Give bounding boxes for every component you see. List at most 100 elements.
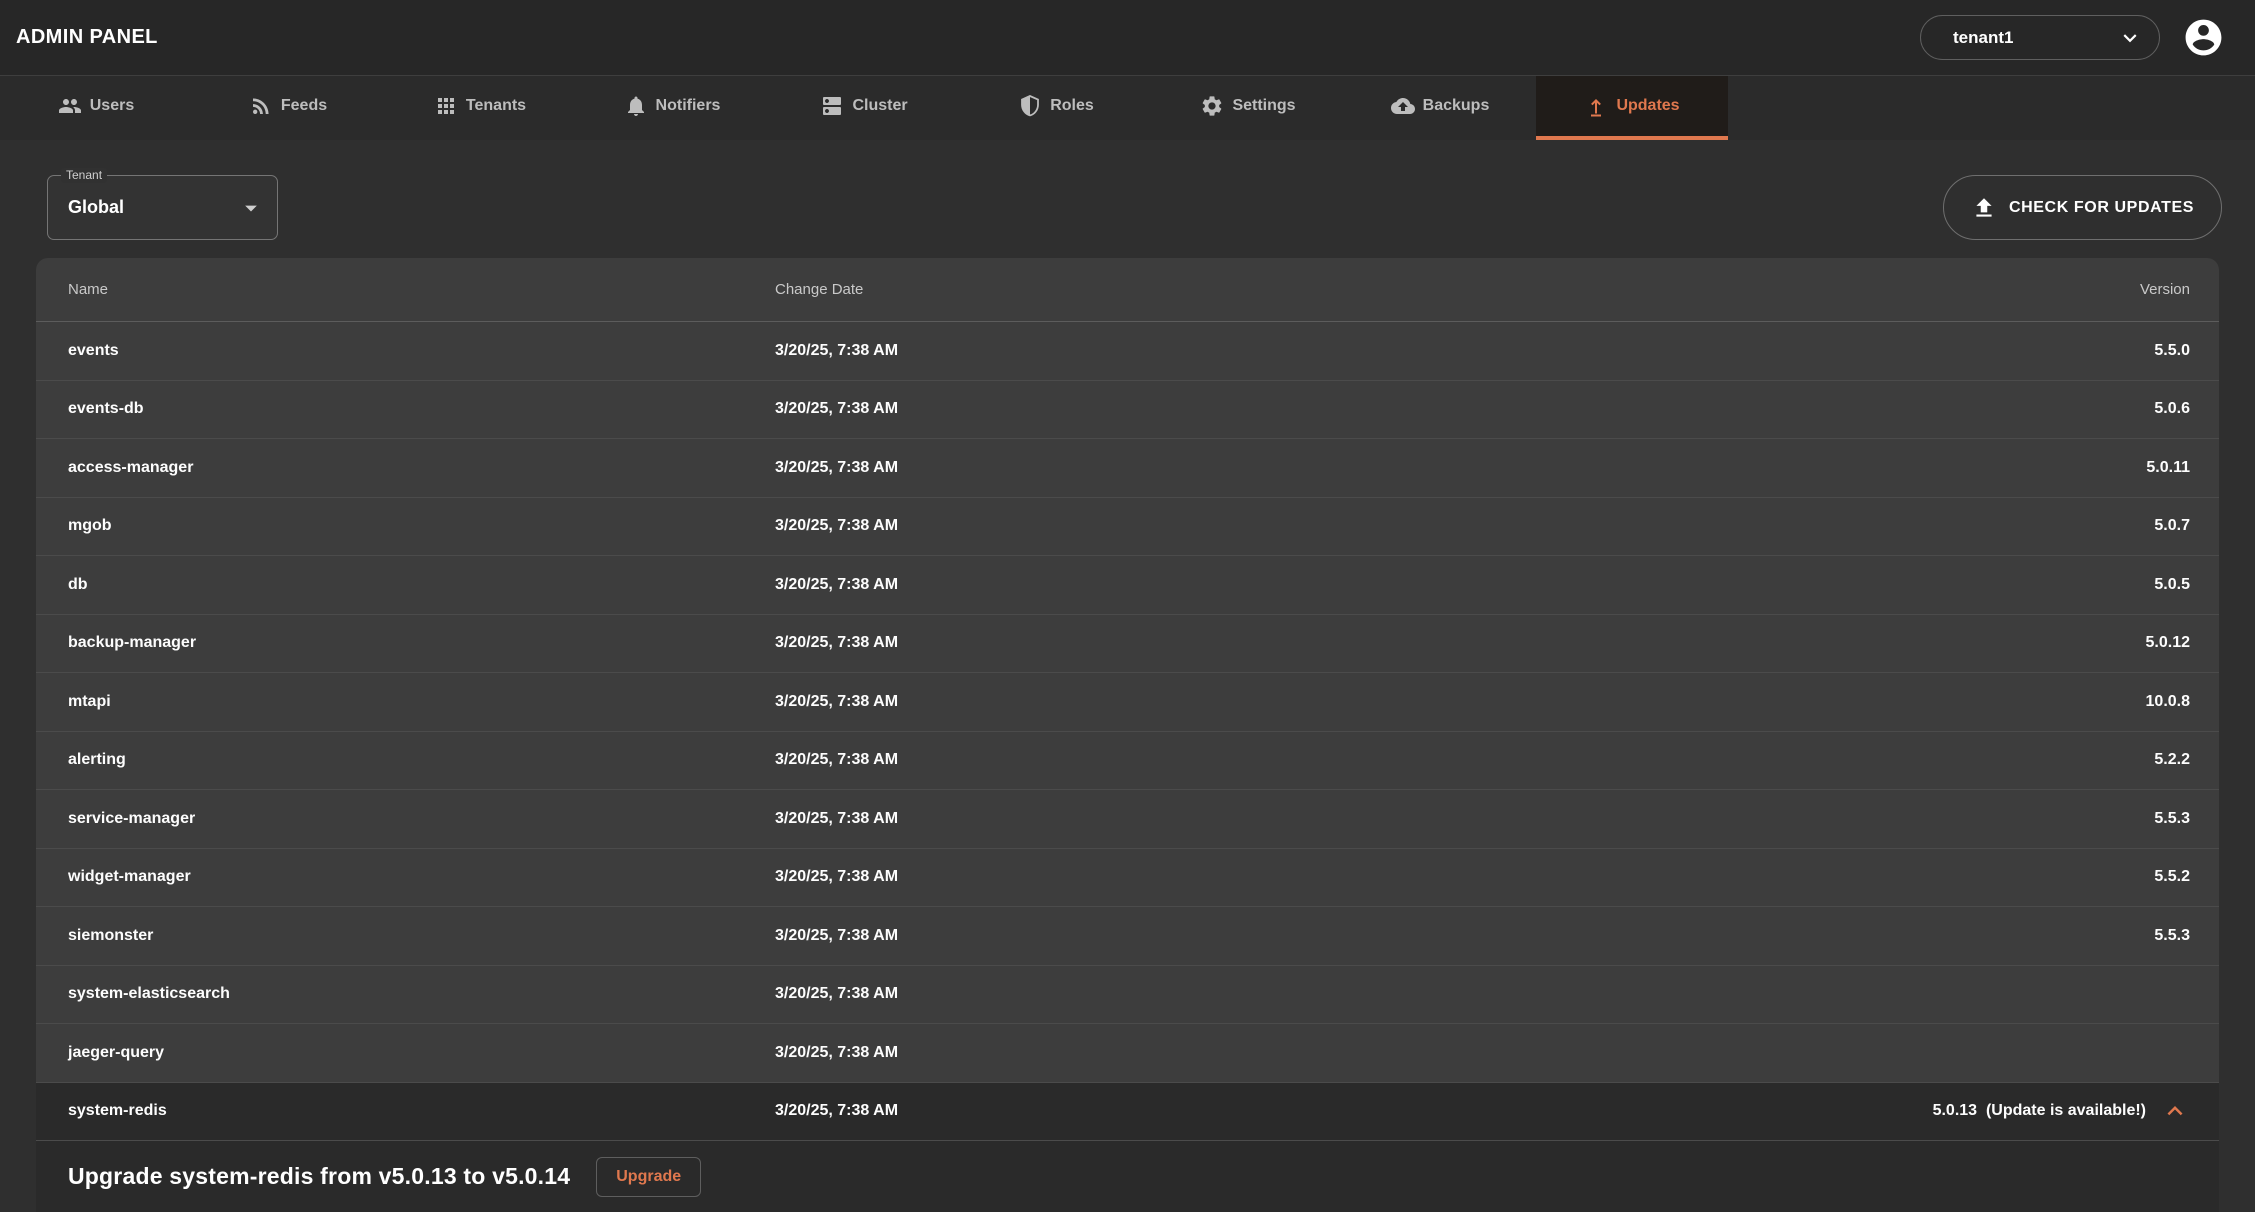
table-row-events[interactable]: events3/20/25, 7:38 AM5.5.0	[36, 322, 2219, 381]
row-name: widget-manager	[36, 868, 775, 886]
table-row-jaeger-query[interactable]: jaeger-query3/20/25, 7:38 AM	[36, 1024, 2219, 1083]
row-change-date: 3/20/25, 7:38 AM	[775, 634, 2146, 652]
row-version: 5.0.12	[2146, 634, 2190, 651]
row-version-cell: 5.0.7	[2154, 517, 2219, 535]
tab-notifiers[interactable]: Notifiers	[576, 76, 768, 140]
table-row-events-db[interactable]: events-db3/20/25, 7:38 AM5.0.6	[36, 381, 2219, 440]
row-change-date: 3/20/25, 7:38 AM	[775, 342, 2154, 360]
row-version-cell: 5.5.0	[2154, 342, 2219, 360]
tab-tenants[interactable]: Tenants	[384, 76, 576, 140]
shield-icon	[1018, 94, 1042, 118]
tab-label: Roles	[1050, 97, 1094, 115]
table-row-siemonster[interactable]: siemonster3/20/25, 7:38 AM5.5.3	[36, 907, 2219, 966]
row-version: 5.0.11	[2146, 459, 2190, 476]
table-row-alerting[interactable]: alerting3/20/25, 7:38 AM5.2.2	[36, 732, 2219, 791]
account-circle-icon	[2182, 16, 2225, 59]
table-row-backup-manager[interactable]: backup-manager3/20/25, 7:38 AM5.0.12	[36, 615, 2219, 674]
row-change-date: 3/20/25, 7:38 AM	[775, 868, 2154, 886]
row-change-date: 3/20/25, 7:38 AM	[775, 985, 2190, 1003]
tenant-switcher[interactable]: tenant1	[1920, 15, 2160, 60]
row-name: db	[36, 576, 775, 594]
row-version: 5.5.3	[2154, 927, 2190, 944]
tab-label: Settings	[1232, 97, 1295, 115]
tenant-select-label: Tenant	[61, 168, 107, 183]
table-row-system-elasticsearch[interactable]: system-elasticsearch3/20/25, 7:38 AM	[36, 966, 2219, 1025]
rss-icon	[249, 94, 273, 118]
nav-tabs: Users Feeds Tenants Notifiers Cluster Roles Se…	[0, 76, 2255, 140]
upload-icon	[1971, 195, 1997, 221]
top-bar: ADMIN PANEL tenant1	[0, 0, 2255, 76]
tab-label: Notifiers	[656, 97, 721, 115]
table-row-mtapi[interactable]: mtapi3/20/25, 7:38 AM10.0.8	[36, 673, 2219, 732]
table-row-widget-manager[interactable]: widget-manager3/20/25, 7:38 AM5.5.2	[36, 849, 2219, 908]
row-version-cell: 5.0.6	[2154, 400, 2219, 418]
tab-users[interactable]: Users	[0, 76, 192, 140]
row-change-date: 3/20/25, 7:38 AM	[775, 810, 2154, 828]
topbar-right: tenant1	[1920, 15, 2225, 60]
table-row-db[interactable]: db3/20/25, 7:38 AM5.0.5	[36, 556, 2219, 615]
row-name: siemonster	[36, 927, 775, 945]
chevron-down-icon	[2117, 25, 2143, 51]
row-change-date: 3/20/25, 7:38 AM	[775, 459, 2146, 477]
row-name: mgob	[36, 517, 775, 535]
row-version-cell: 5.5.2	[2154, 868, 2219, 886]
row-version-cell: 5.5.3	[2154, 810, 2219, 828]
column-header-change-date: Change Date	[775, 281, 2140, 298]
controls-row: Tenant Global CHECK FOR UPDATES	[47, 175, 2222, 241]
upgrade-panel: Upgrade system-redis from v5.0.13 to v5.…	[36, 1141, 2219, 1212]
tab-backups[interactable]: Backups	[1344, 76, 1536, 140]
tenant-switcher-value: tenant1	[1953, 28, 2013, 48]
upgrade-button[interactable]: Upgrade	[596, 1157, 701, 1197]
row-name: service-manager	[36, 810, 775, 828]
tab-label: Updates	[1616, 97, 1679, 115]
tab-cluster[interactable]: Cluster	[768, 76, 960, 140]
row-version-cell: 5.0.13 (Update is available!)	[1933, 1096, 2219, 1126]
system-update-icon	[1584, 94, 1608, 118]
tenant-select-value: Global	[48, 197, 124, 218]
chevron-up-icon[interactable]	[2160, 1096, 2190, 1126]
tenant-select[interactable]: Tenant Global	[47, 175, 278, 240]
row-name: backup-manager	[36, 634, 775, 652]
tab-label: Tenants	[466, 97, 526, 115]
row-version: 5.0.6	[2154, 400, 2190, 417]
account-button[interactable]	[2182, 16, 2225, 59]
table-row-system-redis[interactable]: system-redis3/20/25, 7:38 AM5.0.13 (Upda…	[36, 1083, 2219, 1142]
tab-label: Users	[90, 97, 134, 115]
row-name: access-manager	[36, 459, 775, 477]
row-name: events-db	[36, 400, 775, 418]
tab-settings[interactable]: Settings	[1152, 76, 1344, 140]
tab-label: Cluster	[852, 97, 907, 115]
apps-grid-icon	[434, 94, 458, 118]
row-version-cell: 5.2.2	[2154, 751, 2219, 769]
tab-roles[interactable]: Roles	[960, 76, 1152, 140]
row-name: events	[36, 342, 775, 360]
row-name: system-redis	[36, 1102, 775, 1120]
row-change-date: 3/20/25, 7:38 AM	[775, 576, 2154, 594]
column-header-version: Version	[2140, 281, 2219, 298]
tab-feeds[interactable]: Feeds	[192, 76, 384, 140]
row-version-cell: 10.0.8	[2146, 693, 2219, 711]
bell-icon	[624, 94, 648, 118]
row-version: 10.0.8	[2146, 693, 2190, 710]
row-change-date: 3/20/25, 7:38 AM	[775, 1044, 2190, 1062]
table-row-service-manager[interactable]: service-manager3/20/25, 7:38 AM5.5.3	[36, 790, 2219, 849]
row-name: jaeger-query	[36, 1044, 775, 1062]
table-row-access-manager[interactable]: access-manager3/20/25, 7:38 AM5.0.11	[36, 439, 2219, 498]
row-version: 5.2.2	[2154, 751, 2190, 768]
table-body: events3/20/25, 7:38 AM5.5.0events-db3/20…	[36, 322, 2219, 1141]
app-title: ADMIN PANEL	[16, 26, 158, 49]
row-version: 5.0.5	[2154, 576, 2190, 593]
dns-icon	[820, 94, 844, 118]
table-header-row: Name Change Date Version	[36, 258, 2219, 322]
table-row-mgob[interactable]: mgob3/20/25, 7:38 AM5.0.7	[36, 498, 2219, 557]
updates-table-card: Name Change Date Version events3/20/25, …	[36, 258, 2219, 1212]
tab-updates[interactable]: Updates	[1536, 76, 1728, 140]
dropdown-arrow-icon	[237, 194, 265, 222]
tab-label: Feeds	[281, 97, 327, 115]
check-for-updates-button[interactable]: CHECK FOR UPDATES	[1943, 175, 2222, 240]
tab-label: Backups	[1423, 97, 1490, 115]
row-change-date: 3/20/25, 7:38 AM	[775, 693, 2146, 711]
upgrade-message: Upgrade system-redis from v5.0.13 to v5.…	[68, 1163, 570, 1190]
row-change-date: 3/20/25, 7:38 AM	[775, 1102, 1933, 1120]
row-change-date: 3/20/25, 7:38 AM	[775, 517, 2154, 535]
